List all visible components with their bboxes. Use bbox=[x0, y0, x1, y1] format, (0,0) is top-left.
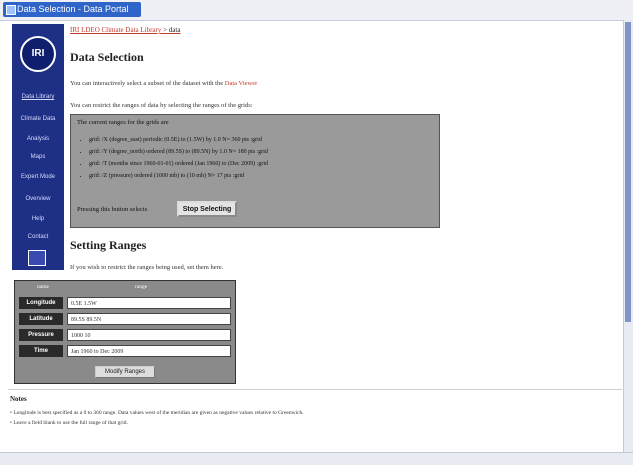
horizontal-scrollbar[interactable] bbox=[0, 452, 633, 465]
column-header-range: range bbox=[135, 284, 148, 290]
sidebar-link-overview[interactable]: Overview bbox=[14, 196, 62, 203]
latitude-field[interactable]: 89.5S 89.5N bbox=[67, 313, 231, 325]
setting-ranges-paragraph: If you wish to restrict the ranges being… bbox=[70, 264, 224, 271]
pressure-field[interactable]: 1000 10 bbox=[67, 329, 231, 341]
grid-ranges-header: The current ranges for the grids are bbox=[77, 119, 169, 126]
notes-list: • Longitude is best specified as a 0 to … bbox=[10, 410, 620, 430]
pressure-label: Pressure bbox=[19, 329, 63, 341]
grid-item: grid: /Y (degree_north) ordered (89.5S) … bbox=[89, 149, 268, 155]
home-icon[interactable] bbox=[28, 250, 46, 266]
sidebar-link-climate-data[interactable]: Climate Data bbox=[14, 116, 62, 123]
grid-item: grid: /Z (pressure) ordered (1000 mb) to… bbox=[89, 173, 268, 179]
grid-item: grid: /X (degree_east) periodic (0.5E) t… bbox=[89, 137, 268, 143]
sidebar-link-expert-mode[interactable]: Expert Mode bbox=[14, 174, 62, 181]
stop-selecting-button[interactable]: Stop Selecting bbox=[177, 201, 237, 217]
ranges-form: name range Longitude 0.5E 1.5W Latitude … bbox=[14, 280, 236, 384]
note-item: • Longitude is best specified as a 0 to … bbox=[10, 410, 304, 416]
breadcrumb-suffix: > data bbox=[163, 26, 181, 34]
longitude-label: Longitude bbox=[19, 297, 63, 309]
grid-ranges-box: The current ranges for the grids are gri… bbox=[70, 114, 440, 228]
column-header-name: name bbox=[37, 284, 49, 290]
data-viewer-link[interactable]: Data Viewer bbox=[225, 80, 258, 87]
longitude-field[interactable]: 0.5E 1.5W bbox=[67, 297, 231, 309]
sidebar-link-data-library[interactable]: Data Library bbox=[14, 94, 62, 101]
notes-heading: Notes bbox=[10, 395, 27, 403]
intro-text: You can interactively select a subset of… bbox=[70, 80, 224, 87]
tab-title: Data Selection - Data Portal bbox=[17, 4, 129, 14]
latitude-label: Latitude bbox=[19, 313, 63, 325]
note-item: • Leave a field blank to use the full ra… bbox=[10, 420, 128, 426]
sidebar-link-help[interactable]: Help bbox=[14, 216, 62, 223]
sidebar: IRI Data Library Climate Data Analysis M… bbox=[12, 24, 64, 270]
page-title: Data Selection bbox=[70, 50, 144, 64]
sidebar-link-analysis[interactable]: Analysis bbox=[14, 136, 62, 143]
vertical-scrollbar[interactable] bbox=[623, 20, 633, 452]
grid-item: grid: /T (months since 1960-01-01) order… bbox=[89, 161, 268, 167]
sidebar-link-maps[interactable]: Maps bbox=[14, 154, 62, 161]
time-label: Time bbox=[19, 345, 63, 357]
page-icon bbox=[6, 5, 16, 15]
box-footer-text: Pressing this button selects bbox=[77, 206, 148, 213]
modify-ranges-button[interactable]: Modify Ranges bbox=[95, 366, 155, 378]
restrict-paragraph: You can restrict the ranges of data by s… bbox=[70, 102, 253, 109]
breadcrumb: IRI LDEO Climate Data Library > data bbox=[70, 26, 180, 34]
sidebar-link-contact[interactable]: Contact bbox=[14, 234, 62, 241]
grid-list: grid: /X (degree_east) periodic (0.5E) t… bbox=[77, 137, 268, 185]
logo[interactable]: IRI bbox=[20, 36, 56, 72]
intro-paragraph: You can interactively select a subset of… bbox=[70, 80, 257, 87]
browser-titlebar: Data Selection - Data Portal bbox=[0, 0, 633, 21]
setting-ranges-heading: Setting Ranges bbox=[70, 238, 147, 252]
divider bbox=[8, 389, 622, 390]
breadcrumb-link[interactable]: IRI LDEO Climate Data Library bbox=[70, 26, 161, 34]
time-field[interactable]: Jan 1960 to Dec 2009 bbox=[67, 345, 231, 357]
browser-tab[interactable]: Data Selection - Data Portal bbox=[3, 2, 141, 17]
scroll-thumb[interactable] bbox=[625, 22, 631, 322]
